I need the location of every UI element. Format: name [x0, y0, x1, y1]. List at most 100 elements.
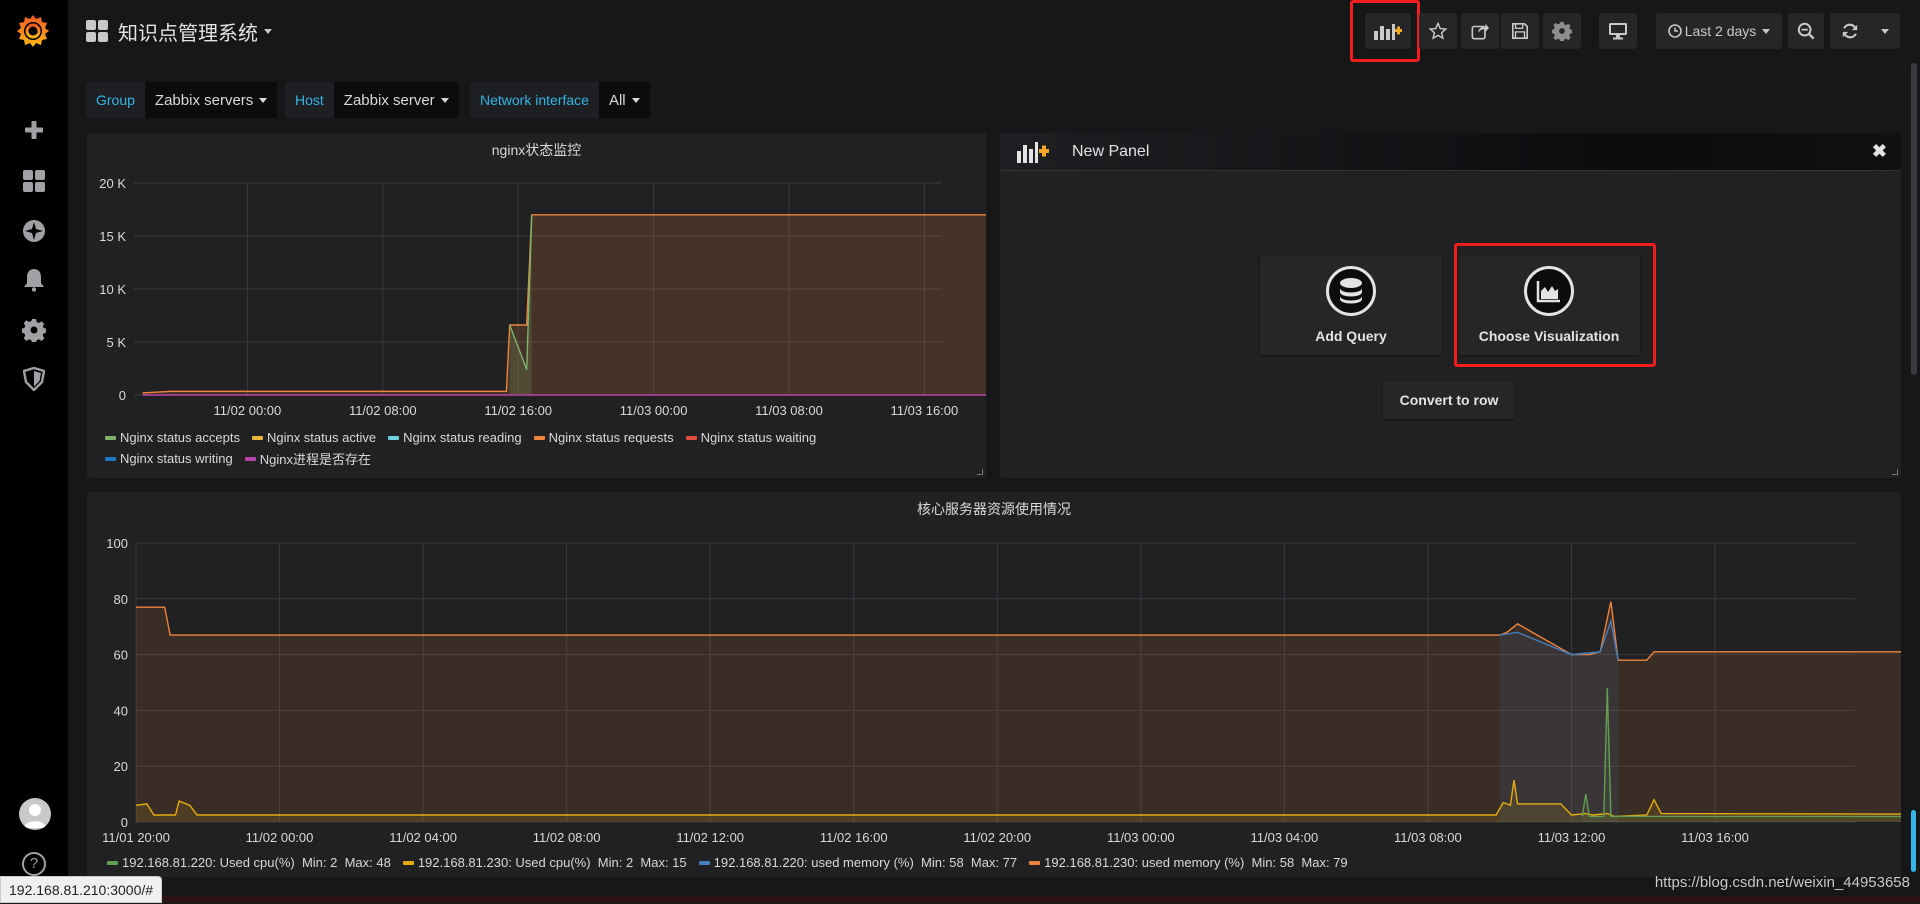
y-tick-label: 0 — [121, 815, 128, 830]
legend-item[interactable]: 192.168.81.230: used memory (%) Min: 58 … — [1029, 852, 1348, 873]
legend-item[interactable]: Nginx status requests — [533, 427, 674, 448]
settings-button[interactable] — [1543, 13, 1581, 49]
zoom-out-button[interactable] — [1788, 13, 1824, 49]
legend-item[interactable]: 192.168.81.230: Used cpu(%) Min: 2 Max: … — [402, 852, 687, 873]
compass-icon[interactable] — [20, 217, 48, 245]
variable-select-group[interactable]: Zabbix servers — [144, 82, 278, 118]
share-button[interactable] — [1461, 13, 1499, 49]
chevron-down-icon — [259, 97, 268, 103]
panel-core-server-resources: 核心服务器资源使用情况 0 20 40 60 80 100 11/01 20:00 11/02… — [87, 492, 1901, 877]
y-tick-label: 10 K — [99, 282, 126, 297]
bottom-strip — [68, 896, 1920, 903]
legend-item[interactable]: Nginx status active — [251, 427, 376, 448]
choose-visualization-label: Choose Visualization — [1478, 328, 1620, 344]
time-range-label: Last 2 days — [1684, 23, 1757, 39]
legend-label: 192.168.81.220: Used cpu(%) Min: 2 Max: … — [122, 855, 391, 870]
add-panel-button[interactable] — [1365, 13, 1411, 49]
legend-label: 192.168.81.230: Used cpu(%) Min: 2 Max: … — [417, 855, 687, 870]
avatar[interactable] — [19, 798, 51, 830]
legend-label: Nginx status writing — [120, 451, 233, 466]
y-tick-label: 20 — [114, 759, 128, 774]
y-tick-label: 80 — [114, 592, 128, 607]
y-tick-label: 100 — [106, 536, 128, 551]
star-button[interactable] — [1419, 13, 1457, 49]
resize-handle[interactable] — [1892, 469, 1898, 475]
y-tick-label: 0 — [119, 388, 126, 403]
legend-item[interactable]: Nginx status reading — [388, 427, 522, 448]
variable-network-interface: Network interface All — [470, 82, 650, 118]
x-tick-label: 11/03 16:00 — [891, 403, 959, 418]
dashboard-picker[interactable]: 知识点管理系统 — [86, 16, 272, 46]
convert-to-row-button[interactable]: Convert to row — [1383, 381, 1515, 419]
x-tick-label: 11/03 00:00 — [1107, 830, 1175, 845]
x-tick-label: 11/03 16:00 — [1681, 830, 1749, 845]
y-tick-label: 40 — [114, 703, 128, 718]
star-icon — [1429, 22, 1447, 40]
dashboards-icon[interactable] — [20, 167, 48, 195]
chevron-down-icon — [1762, 28, 1771, 34]
legend-item[interactable]: Nginx status waiting — [685, 427, 816, 448]
core-server-chart: 0 20 40 60 80 100 11/01 20:00 11/02 00:00 11/02 … — [102, 536, 1901, 845]
area-chart-icon — [1524, 266, 1574, 316]
legend-label: Nginx status reading — [403, 430, 522, 445]
panel-nginx-status: nginx状态监控 05 K 10 K 15 K 20 K 11/02 00:00 11/… — [87, 133, 986, 478]
help-icon[interactable]: ? — [22, 852, 46, 876]
variable-select-network-interface[interactable]: All — [598, 82, 650, 118]
page-scrollbar[interactable] — [1911, 63, 1917, 375]
legend-label: 192.168.81.220: used memory (%) Min: 58 … — [713, 855, 1018, 870]
gear-icon — [1552, 21, 1572, 41]
plus-icon[interactable] — [20, 116, 48, 144]
refresh-icon[interactable] — [1841, 22, 1859, 40]
legend-swatch — [402, 860, 414, 865]
y-tick-label: 60 — [114, 648, 128, 663]
legend-item[interactable]: 192.168.81.220: Used cpu(%) Min: 2 Max: … — [107, 852, 391, 873]
x-tick-label: 11/02 16:00 — [484, 403, 552, 418]
close-icon[interactable]: ✖ — [1872, 141, 1887, 162]
refresh-interval-dropdown-icon[interactable] — [1881, 28, 1889, 34]
variable-value: Zabbix server — [343, 91, 435, 109]
legend-swatch — [1029, 860, 1041, 865]
variable-value: Zabbix servers — [154, 91, 254, 109]
scrollbar-thumb[interactable] — [1911, 810, 1916, 872]
x-tick-label: 11/02 04:00 — [389, 830, 457, 845]
tv-mode-button[interactable] — [1599, 13, 1637, 49]
save-button[interactable] — [1501, 13, 1539, 49]
variable-label-network-interface: Network interface — [470, 82, 599, 118]
gear-icon[interactable] — [20, 316, 48, 344]
legend-item[interactable]: 192.168.81.220: used memory (%) Min: 58 … — [698, 852, 1018, 873]
bell-icon[interactable] — [20, 266, 48, 294]
refresh-button-group[interactable] — [1830, 13, 1900, 49]
x-tick-label: 11/03 12:00 — [1538, 830, 1606, 845]
x-tick-label: 11/02 20:00 — [963, 830, 1031, 845]
series-area — [142, 214, 986, 395]
legend-item[interactable]: Nginx status writing — [105, 448, 233, 469]
legend-swatch — [105, 435, 116, 440]
shield-icon[interactable] — [20, 365, 48, 393]
chevron-down-icon — [631, 97, 640, 103]
time-picker-button[interactable]: Last 2 days — [1656, 13, 1782, 49]
grafana-logo-icon[interactable] — [14, 12, 52, 50]
save-icon — [1511, 22, 1529, 40]
resize-handle[interactable] — [977, 469, 983, 475]
y-tick-label: 20 K — [99, 176, 126, 191]
x-tick-label: 11/03 00:00 — [620, 403, 688, 418]
watermark: https://blog.csdn.net/weixin_44953658 — [1654, 874, 1910, 891]
x-tick-label: 11/02 00:00 — [214, 403, 282, 418]
y-tick-label: 15 K — [99, 229, 126, 244]
y-tick-label: 5 K — [106, 335, 126, 350]
variable-host: Host Zabbix server — [285, 82, 459, 118]
x-tick-label: 11/01 20:00 — [102, 830, 170, 845]
chevron-down-icon — [440, 97, 449, 103]
variable-select-host[interactable]: Zabbix server — [333, 82, 459, 118]
legend-item[interactable]: Nginx status accepts — [105, 427, 240, 448]
x-tick-label: 11/02 16:00 — [820, 830, 888, 845]
dashboard-title: 知识点管理系统 — [118, 22, 258, 45]
legend-item[interactable]: Nginx进程是否存在 — [244, 448, 371, 469]
x-tick-label: 11/03 08:00 — [1394, 830, 1462, 845]
panel-new-panel: New Panel ✖ Add Query Choose Visualizati… — [1000, 133, 1901, 478]
sidebar: ? — [0, 0, 68, 903]
add-query-button[interactable]: Add Query — [1260, 255, 1442, 355]
x-tick-label: 11/03 04:00 — [1251, 830, 1319, 845]
zoom-out-icon — [1797, 22, 1815, 40]
choose-visualization-button[interactable]: Choose Visualization — [1458, 255, 1640, 355]
